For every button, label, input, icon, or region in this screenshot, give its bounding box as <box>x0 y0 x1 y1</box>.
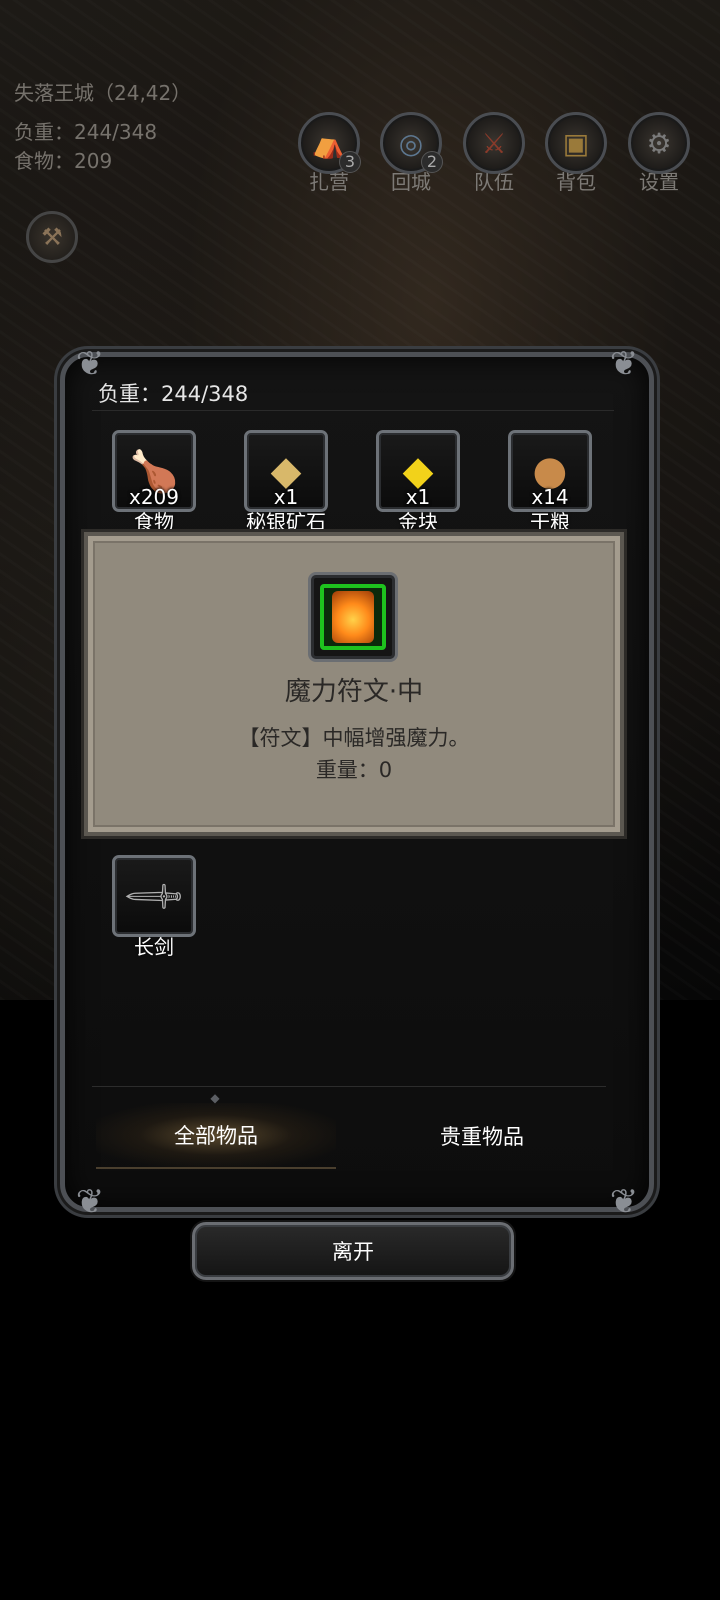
return-town-count-badge: 2 <box>421 151 443 173</box>
portal-icon: ◎ 2 <box>380 112 443 174</box>
tooltip-item-frame <box>320 584 386 650</box>
camp-button[interactable]: ⛺ 3 扎营 <box>296 112 362 195</box>
inventory-load-label: 负重：244/348 <box>98 382 249 406</box>
item-slot-food[interactable]: 🍗 x209 食物 <box>112 430 196 535</box>
tooltip-weight: 重量：0 <box>315 758 393 782</box>
axe-tool-button[interactable]: ⚒ <box>26 211 78 263</box>
hud-load-label: 负重：244/348 <box>14 120 158 144</box>
item-slot-longsword[interactable]: 🗡 长剑 <box>112 855 196 960</box>
camp-icon: ⛺ 3 <box>298 112 361 174</box>
tab-ornament: ◆ <box>210 1091 220 1105</box>
tooltip-item-slot <box>308 572 398 662</box>
team-icon: ⚔ <box>463 112 525 174</box>
rune-icon <box>332 591 374 643</box>
location-label: 失落王城（24,42） <box>14 81 192 105</box>
item-slot-gold-nugget[interactable]: ◆ x1 金块 <box>376 430 460 535</box>
item-slot-mithril-ore[interactable]: ◆ x1 秘银矿石 <box>244 430 328 535</box>
hud-food-label: 食物：209 <box>14 149 113 173</box>
return-town-button[interactable]: ◎ 2 回城 <box>378 112 444 195</box>
item-slot-biscuit[interactable]: ● x14 干粮 <box>508 430 592 535</box>
camp-count-badge: 3 <box>339 151 361 173</box>
settings-button[interactable]: ⚙ 设置 <box>626 112 692 195</box>
backpack-icon: ▣ <box>545 112 607 174</box>
tabs-divider <box>92 1086 606 1087</box>
item-qty: x1 <box>273 485 299 509</box>
tooltip-title: 魔力符文·中 <box>284 677 424 707</box>
gear-icon: ⚙ <box>628 112 690 174</box>
tab-all-items[interactable]: 全部物品 <box>96 1103 336 1169</box>
longsword-icon: 🗡 <box>119 862 188 931</box>
ornament-bottom-right: ❦ <box>609 1182 639 1222</box>
tooltip-description: 【符文】中幅增强魔力。 <box>238 726 470 750</box>
ornament-bottom-left: ❦ <box>75 1182 105 1222</box>
backpack-button[interactable]: ▣ 背包 <box>543 112 609 195</box>
item-qty: x1 <box>405 485 431 509</box>
axe-icon: ⚒ <box>41 223 63 251</box>
tab-valuables[interactable]: 贵重物品 <box>362 1103 602 1169</box>
exit-button[interactable]: 离开 <box>192 1222 514 1280</box>
item-qty: x209 <box>128 485 179 509</box>
divider <box>92 410 614 411</box>
ornament-top-right: ❦ <box>609 344 639 384</box>
item-qty: x14 <box>531 485 569 509</box>
team-button[interactable]: ⚔ 队伍 <box>461 112 527 195</box>
